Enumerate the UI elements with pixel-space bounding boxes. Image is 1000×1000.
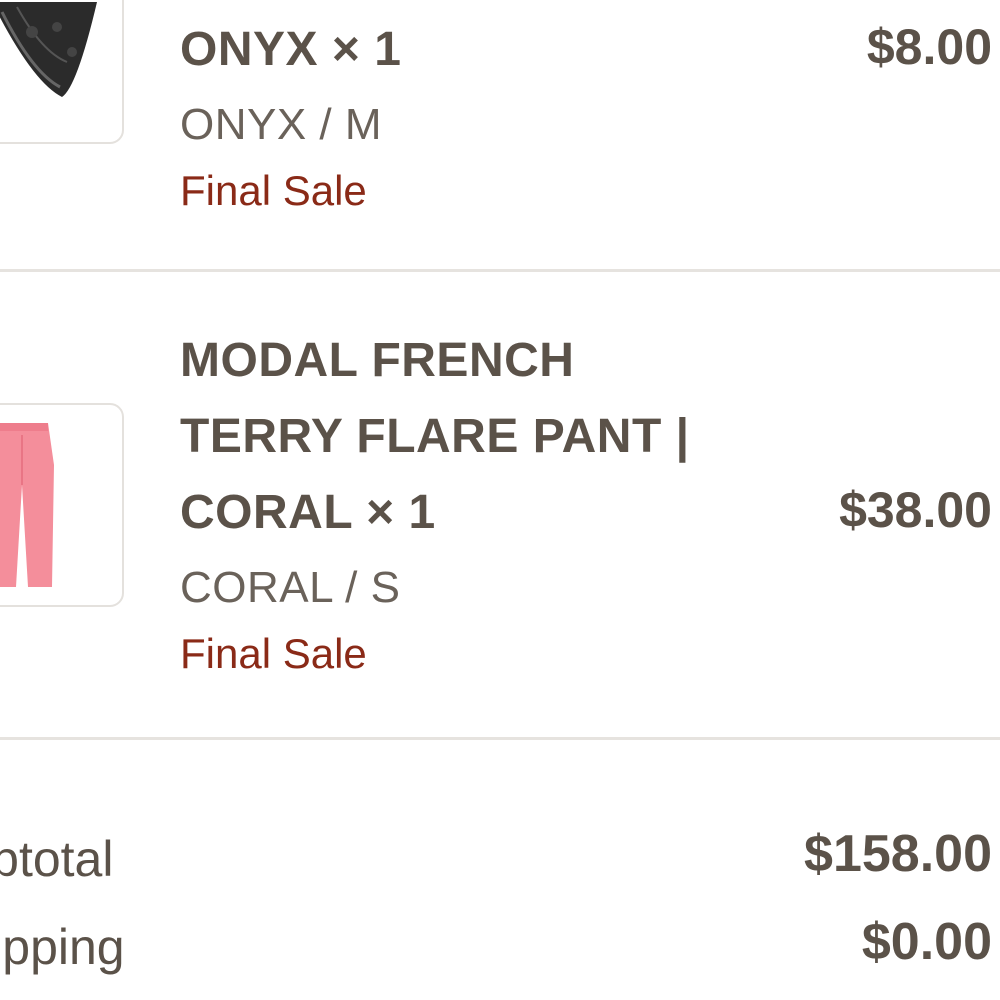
shipping-value: $0.00 (861, 913, 992, 971)
order-summary: ONYX × 1 ONYX / M Final Sale $8.00 MODAL… (0, 0, 1000, 1000)
divider (0, 737, 1000, 740)
final-sale-label: Final Sale (180, 167, 367, 214)
product-title-line: MODAL FRENCH (180, 334, 575, 387)
lace-underwear-icon (0, 2, 97, 97)
product-variant: ONYX / M (180, 100, 383, 149)
product-title-line: TERRY FLARE PANT | (180, 410, 690, 463)
final-sale-label: Final Sale (180, 630, 367, 677)
product-thumbnail-onyx[interactable] (0, 0, 124, 144)
shipping-label: Shipping (0, 919, 125, 975)
item-price: $8.00 (866, 19, 992, 75)
subtotal-label: Subtotal (0, 831, 114, 887)
product-title-line: CORAL × 1 (180, 486, 436, 539)
product-title[interactable]: MODAL FRENCH TERRY FLARE PANT | CORAL × … (180, 323, 690, 551)
coral-pants-icon (0, 423, 54, 587)
product-thumbnail-coral[interactable] (0, 403, 124, 607)
product-title-line: ONYX × 1 (180, 23, 402, 76)
product-variant: CORAL / S (180, 563, 401, 612)
item-price: $38.00 (839, 482, 992, 538)
product-title[interactable]: ONYX × 1 (180, 12, 401, 88)
subtotal-value: $158.00 (804, 825, 992, 883)
divider (0, 269, 1000, 272)
